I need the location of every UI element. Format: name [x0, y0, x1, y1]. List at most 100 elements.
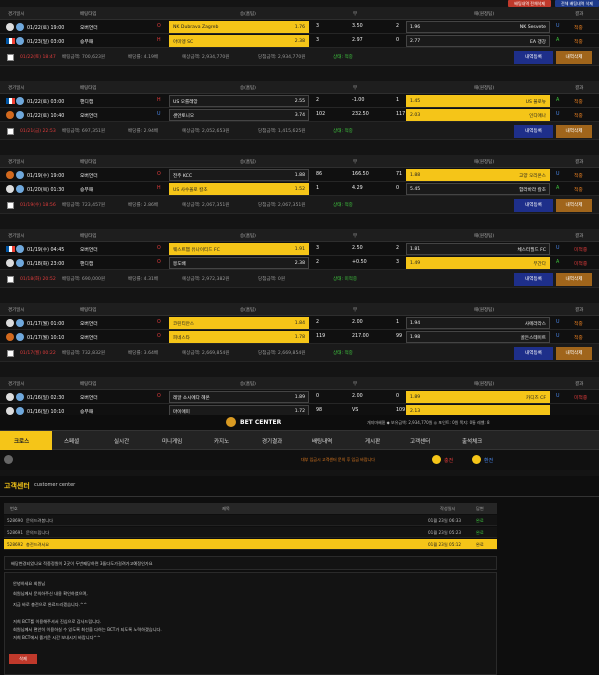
- row-title[interactable]: 문의드려봅니다: [26, 518, 53, 524]
- away-score: 71: [396, 172, 403, 177]
- home-odds: 1.88: [294, 173, 305, 178]
- nav-item-minigame[interactable]: 미니게임: [162, 437, 182, 445]
- nav-item-special[interactable]: 스페셜: [64, 437, 79, 445]
- home-odds-cell[interactable]: 레알 소시에다 헤온 1.89: [169, 391, 309, 403]
- away-score: 0: [396, 186, 400, 191]
- delete-all-bets-button[interactable]: 전체 배팅내역 삭제: [555, 0, 599, 7]
- table-row-selected[interactable]: 528692 충전드려서요 01월 23일 05:12 완료: [4, 539, 497, 550]
- nav-item-cross[interactable]: 크로스: [14, 437, 29, 445]
- select-checkbox[interactable]: [7, 202, 14, 209]
- bet-type: 핸디캡: [80, 262, 94, 267]
- bet-type: 승무패: [80, 40, 94, 45]
- exchange-link[interactable]: 환전: [484, 457, 493, 464]
- away-odds-cell[interactable]: 5.45 함라바라 칼초: [406, 183, 550, 195]
- register-history-button[interactable]: 내역등록: [514, 199, 553, 212]
- nav-item-board[interactable]: 게시판: [365, 437, 380, 445]
- away-odds-cell[interactable]: 1.94 사에라라스: [406, 317, 550, 329]
- ou-mark: U: [556, 112, 560, 117]
- delete-history-button[interactable]: 내역삭제: [556, 125, 592, 138]
- delete-all-history-button[interactable]: 배팅내역 전체삭제: [508, 0, 552, 7]
- away-odds: 2.77: [410, 39, 421, 44]
- row-title[interactable]: 충전드려서요: [26, 542, 49, 548]
- win-amount: 당첨금액: 2,067,351원: [258, 203, 306, 208]
- select-checkbox[interactable]: [7, 54, 14, 61]
- row-answer: 완료: [476, 542, 484, 547]
- bet-row: 01/20(목) 01:30 승무패 H US 사수올로 칼초 1.52 1 4.29 0 5.…: [0, 182, 599, 196]
- delete-history-button[interactable]: 내역삭제: [556, 51, 592, 64]
- away-odds-cell[interactable]: 1.81 체스터필드 FC: [406, 243, 550, 255]
- row-date: 01월 23일 05:23: [428, 530, 462, 535]
- bet-row: 01/16(일) 02:30 오버언더 O 레알 소시에다 헤온 1.89 0 2.00 0 1…: [0, 390, 599, 404]
- nav-item-bet-history[interactable]: 배팅내역: [312, 437, 332, 445]
- delete-history-button[interactable]: 내역삭제: [556, 199, 592, 212]
- select-checkbox[interactable]: [7, 276, 14, 283]
- delete-button[interactable]: 삭제: [9, 654, 37, 664]
- away-odds-cell[interactable]: 1.49 무간다: [406, 257, 550, 269]
- away-odds-cell[interactable]: 1.88 고양 오리온스: [406, 169, 550, 181]
- away-team: 골든스테이트: [520, 336, 546, 341]
- home-odds-cell[interactable]: US 오를레앙 2.55: [169, 95, 309, 107]
- away-team: EA 갱강: [530, 40, 546, 45]
- charge-icon[interactable]: [432, 455, 441, 464]
- home-odds-cell[interactable]: 웨스트햄 유나이티드 FC 1.91: [169, 243, 309, 255]
- answer-line: 안녕하세요 회원님: [13, 581, 46, 586]
- register-history-button[interactable]: 내역등록: [514, 347, 553, 360]
- nav-item-customer-center[interactable]: 고객센터: [410, 437, 430, 445]
- draw-odds: 4.29: [352, 186, 363, 191]
- register-history-button[interactable]: 내역등록: [514, 51, 553, 64]
- away-odds-cell[interactable]: 1.45 US 불로뉴: [406, 95, 550, 107]
- away-odds-cell[interactable]: 2.77 EA 갱강: [406, 35, 550, 47]
- header-4: 패(원정팀): [474, 308, 495, 313]
- away-score: 0: [396, 394, 400, 399]
- away-odds: 1.98: [410, 335, 421, 340]
- register-history-button[interactable]: 내역등록: [514, 273, 553, 286]
- draw-odds: 166.50: [352, 172, 369, 177]
- nav-item-live[interactable]: 실시간: [114, 437, 129, 445]
- home-odds-cell[interactable]: 샌안토니오 3.74: [169, 109, 309, 121]
- bet-row: 01/22(토) 10:40 오버언더 U 샌안토니오 3.74 102 232.50 117…: [0, 108, 599, 122]
- away-odds-cell[interactable]: 1.98 골든스테이트: [406, 331, 550, 343]
- customer-center: 고객센터 customer center 번호 제목 작성일시 답변 52869…: [0, 476, 599, 675]
- away-odds-cell[interactable]: 1.89 카디즈 CF: [406, 391, 550, 403]
- header-5: 결과: [575, 234, 584, 239]
- select-checkbox[interactable]: [7, 350, 14, 357]
- exchange-icon[interactable]: [472, 455, 481, 464]
- home-odds-cell[interactable]: US 사수올로 칼초 1.52: [169, 183, 309, 195]
- bet-type: 오버언더: [80, 174, 98, 179]
- result-text: 미적중: [574, 262, 588, 267]
- register-history-button[interactable]: 내역등록: [514, 125, 553, 138]
- bet-time: 01/19(수) 18:56: [20, 203, 56, 208]
- home-odds-cell[interactable]: 코린티안스 1.84: [169, 317, 309, 329]
- home-odds-cell[interactable]: 몽도배 2.38: [169, 257, 309, 269]
- home-team: US 오를레앙: [173, 100, 198, 105]
- nav-item-attendance[interactable]: 출석체크: [462, 437, 482, 445]
- table-row[interactable]: 528691 문의드립니다 01월 23일 05:23 완료: [4, 527, 497, 538]
- header-0: 경기일시: [8, 234, 25, 239]
- table-row[interactable]: 528690 문의드려봅니다 01월 23일 06:33 완료: [4, 515, 497, 526]
- match-date: 01/23(일) 03:00: [27, 40, 65, 45]
- home-odds-cell[interactable]: 아미엥 SC 2.38: [169, 35, 309, 47]
- charge-link[interactable]: 충전: [444, 457, 453, 464]
- home-odds-cell[interactable]: 전주 KCC 1.88: [169, 169, 309, 181]
- bet-row: 01/18(화) 23:00 핸디캡 O 몽도배 2.38 2 +0.50 3 1.49 무간다 A…: [0, 256, 599, 270]
- expected-amount: 예상금액: 2,669,854원: [182, 351, 230, 356]
- nav-item-casino[interactable]: 카지노: [214, 437, 229, 445]
- header-4: 패(원정팀): [474, 12, 495, 17]
- delete-history-button[interactable]: 내역삭제: [556, 347, 592, 360]
- delete-history-button[interactable]: 내역삭제: [556, 273, 592, 286]
- away-odds-cell[interactable]: 1.96 NK Sesvete: [406, 21, 550, 33]
- notice-bar: 대부 입금시 고객센터 문의 후 입금 바랍니다 충전 환전: [0, 450, 599, 470]
- win-amount: 당첨금액: 2,934,770원: [258, 55, 306, 60]
- win-amount: 당첨금액: 0원: [258, 277, 286, 282]
- answer-line: 지금 바로 충전으로 완료드리겠습니다.^^: [13, 602, 87, 607]
- select-checkbox[interactable]: [7, 128, 14, 135]
- home-odds-cell[interactable]: 피네스타 1.78: [169, 331, 309, 343]
- header-1: 배팅타입: [80, 160, 97, 165]
- row-title[interactable]: 문의드립니다: [26, 530, 49, 536]
- away-odds-cell[interactable]: 2.03 인디애나: [406, 109, 550, 121]
- home-odds-cell[interactable]: NK Dubrava Zagreb 1.76: [169, 21, 309, 33]
- pick-mark: O: [157, 24, 161, 29]
- nav-item-results[interactable]: 경기결과: [262, 437, 282, 445]
- header-2: 승(홈팀): [240, 382, 256, 387]
- flag-icon: [6, 98, 15, 104]
